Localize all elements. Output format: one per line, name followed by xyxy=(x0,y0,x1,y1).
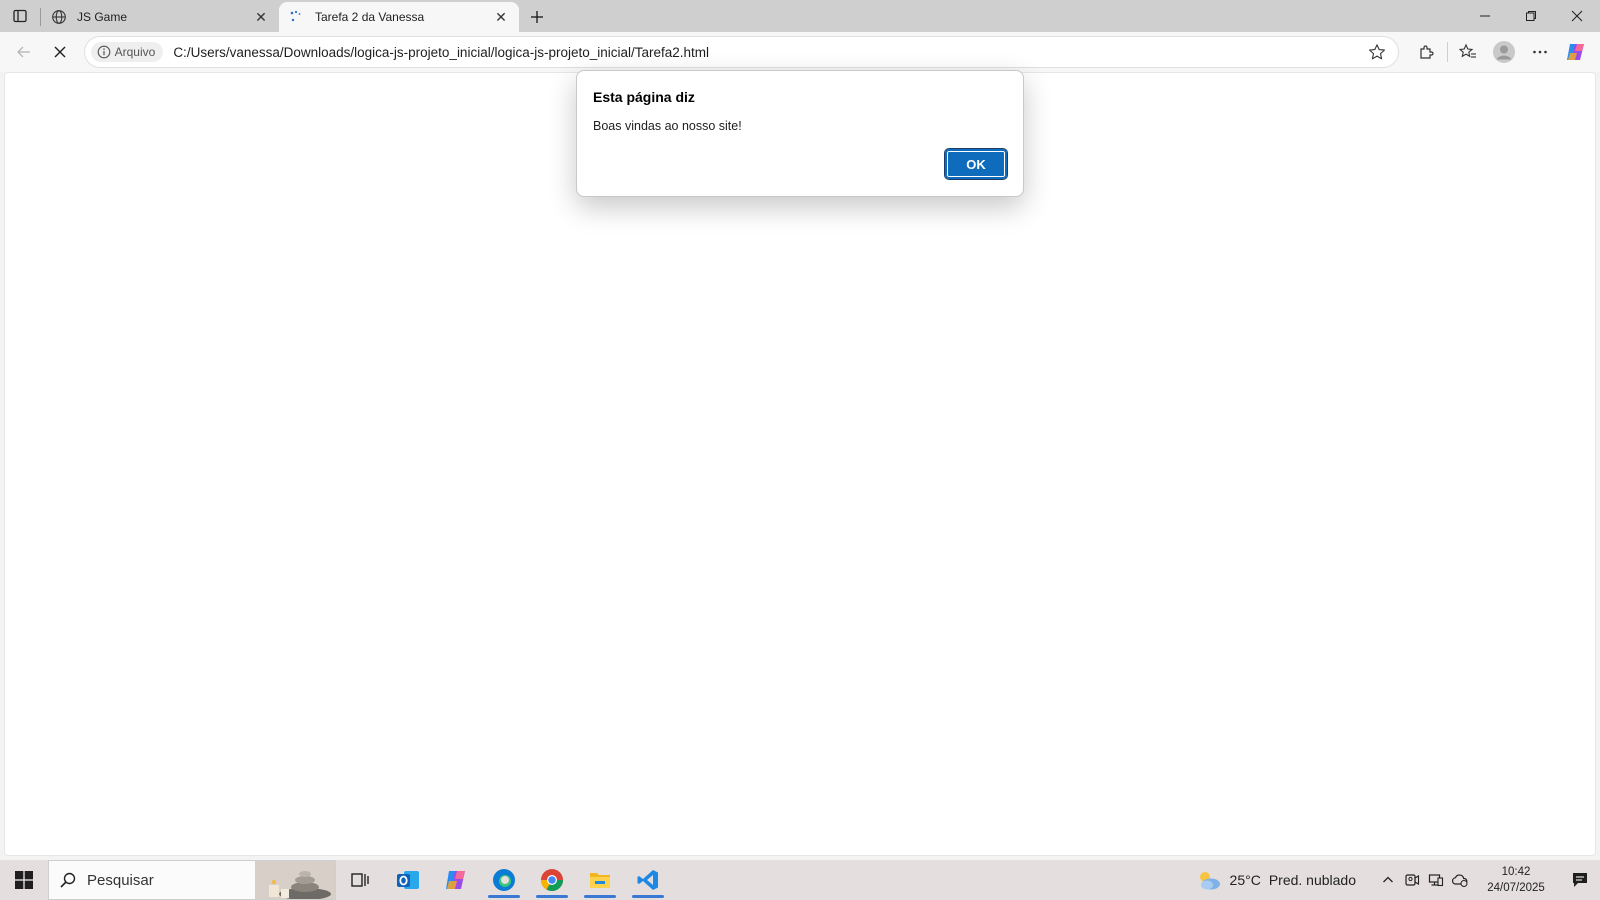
tab-tarefa-2[interactable]: Tarefa 2 da Vanessa ✕ xyxy=(279,2,519,32)
minimize-icon xyxy=(1480,15,1490,17)
tab-js-game[interactable]: JS Game ✕ xyxy=(41,2,279,32)
dialog-message: Boas vindas ao nosso site! xyxy=(593,119,742,133)
favorite-star-icon[interactable] xyxy=(1362,43,1392,61)
task-view-icon xyxy=(351,873,369,887)
address-bar[interactable]: Arquivo C:/Users/vanessa/Downloads/logic… xyxy=(83,36,1399,68)
tab-title: Tarefa 2 da Vanessa xyxy=(315,10,425,24)
network-icon xyxy=(1428,874,1444,887)
running-indicator xyxy=(584,895,616,898)
tab-actions-button[interactable] xyxy=(0,0,40,32)
outlook-app-button[interactable] xyxy=(384,860,432,900)
taskbar: Pesquisar 25°C Pred. nublado 10:42 24/07… xyxy=(0,860,1600,900)
onedrive-button[interactable] xyxy=(1448,860,1472,900)
close-icon xyxy=(1571,10,1583,22)
task-view-button[interactable] xyxy=(336,860,384,900)
restore-icon xyxy=(1526,11,1536,21)
ok-button[interactable]: OK xyxy=(944,148,1008,180)
window-controls xyxy=(1462,0,1600,32)
favorites-button[interactable] xyxy=(1450,36,1486,68)
taskbar-search-box[interactable]: Pesquisar xyxy=(48,860,336,900)
search-placeholder: Pesquisar xyxy=(87,871,154,889)
tab-strip: JS Game ✕ Tarefa 2 da Vanessa ✕ xyxy=(0,0,1600,32)
copilot-button[interactable] xyxy=(1558,36,1594,68)
notifications-button[interactable] xyxy=(1560,860,1600,900)
browser-toolbar: Arquivo C:/Users/vanessa/Downloads/logic… xyxy=(0,32,1600,72)
edge-app-button[interactable] xyxy=(480,860,528,900)
puzzle-icon xyxy=(1420,45,1434,59)
minimize-button[interactable] xyxy=(1462,0,1508,32)
weather-condition: Pred. nublado xyxy=(1268,872,1356,888)
close-tab-icon[interactable]: ✕ xyxy=(491,7,511,27)
outlook-icon xyxy=(397,871,419,889)
site-chip-label: Arquivo xyxy=(114,45,156,59)
avatar-icon xyxy=(1492,41,1515,63)
running-indicator xyxy=(632,895,664,898)
settings-more-button[interactable] xyxy=(1522,36,1558,68)
network-button[interactable] xyxy=(1424,860,1448,900)
meet-now-button[interactable] xyxy=(1400,860,1424,900)
tab-title: JS Game xyxy=(77,10,128,24)
chrome-app-button[interactable] xyxy=(528,860,576,900)
clock-time: 10:42 xyxy=(1501,866,1531,878)
info-icon xyxy=(97,45,110,59)
back-button[interactable] xyxy=(6,36,42,68)
clock-date: 24/07/2025 xyxy=(1487,882,1545,894)
vscode-app-button[interactable] xyxy=(624,860,672,900)
vscode-icon xyxy=(637,870,658,890)
close-window-button[interactable] xyxy=(1554,0,1600,32)
vertical-tabs-icon xyxy=(13,9,27,23)
toolbar-right xyxy=(1409,36,1594,68)
more-icon xyxy=(1533,50,1547,54)
cloud-sync-icon xyxy=(1451,874,1468,887)
copilot-icon xyxy=(446,871,465,889)
stop-loading-button[interactable] xyxy=(42,36,78,68)
favorites-icon xyxy=(1458,43,1476,58)
search-highlight-stones-icon xyxy=(255,861,335,899)
camera-icon xyxy=(1405,874,1420,886)
running-indicator xyxy=(536,895,568,898)
close-icon xyxy=(54,46,66,58)
edge-icon xyxy=(493,869,515,891)
site-info-chip[interactable]: Arquivo xyxy=(90,42,164,62)
profile-button[interactable] xyxy=(1486,36,1522,68)
url-text: C:/Users/vanessa/Downloads/logica-js-pro… xyxy=(173,44,710,60)
chevron-up-icon xyxy=(1383,876,1393,883)
system-tray: 25°C Pred. nublado 10:42 24/07/2025 xyxy=(1196,860,1600,900)
weather-temperature: 25°C xyxy=(1229,872,1261,888)
folder-icon xyxy=(590,873,610,888)
loading-spinner-icon xyxy=(289,9,305,25)
clock[interactable]: 10:42 24/07/2025 xyxy=(1476,864,1556,896)
back-arrow-icon xyxy=(16,46,30,58)
copilot-icon xyxy=(1566,44,1584,60)
extensions-button[interactable] xyxy=(1409,36,1445,68)
start-button[interactable] xyxy=(0,860,48,900)
running-indicator xyxy=(488,895,520,898)
alert-dialog: Esta página diz Boas vindas ao nosso sit… xyxy=(576,70,1024,197)
windows-logo-icon xyxy=(15,871,33,889)
weather-widget[interactable]: 25°C Pred. nublado xyxy=(1196,869,1356,891)
file-explorer-app-button[interactable] xyxy=(576,860,624,900)
close-tab-icon[interactable]: ✕ xyxy=(251,7,271,27)
plus-icon xyxy=(531,11,543,23)
copilot-app-button[interactable] xyxy=(432,860,480,900)
toolbar-divider xyxy=(1446,42,1448,62)
search-icon xyxy=(60,872,76,888)
globe-icon xyxy=(51,9,67,25)
show-hidden-icons-button[interactable] xyxy=(1376,860,1400,900)
new-tab-button[interactable] xyxy=(519,2,555,32)
notification-icon xyxy=(1573,873,1587,887)
restore-button[interactable] xyxy=(1508,0,1554,32)
partly-cloudy-icon xyxy=(1199,872,1220,890)
dialog-title: Esta página diz xyxy=(593,89,695,105)
chrome-icon xyxy=(541,869,563,891)
